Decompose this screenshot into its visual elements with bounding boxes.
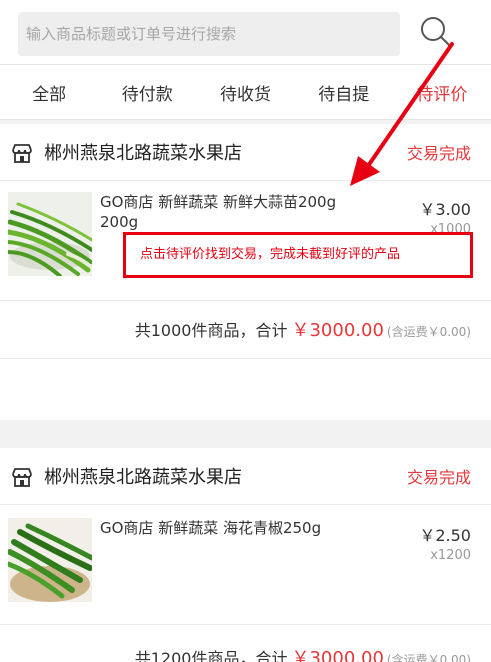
garlic-sprout-image: [8, 192, 92, 276]
green-pepper-image: [8, 518, 92, 602]
divider: [0, 624, 491, 625]
shop-header[interactable]: 郴州燕泉北路蔬菜水果店 交易完成: [0, 448, 491, 504]
order-status-tabs: 全部 待付款 待收货 待自提 待评价: [0, 64, 491, 120]
order-card[interactable]: 郴州燕泉北路蔬菜水果店 交易完成 GO商店 新鲜蔬菜 海花青椒250g ￥2.5…: [0, 448, 491, 662]
search-button[interactable]: [416, 12, 456, 52]
product-quantity: x1200: [430, 548, 471, 563]
annotation-text: 点击待评价找到交易，完成未截到好评的产品: [140, 247, 401, 262]
order-status: 交易完成: [406, 468, 471, 487]
tab-pending-pickup[interactable]: 待自提: [295, 65, 393, 119]
product-title[interactable]: GO商店 新鲜蔬菜 海花青椒250g: [100, 518, 340, 538]
product-price: ￥2.50: [419, 526, 471, 545]
divider: [0, 504, 491, 505]
shop-name: 郴州燕泉北路蔬菜水果店: [44, 467, 242, 488]
tab-all[interactable]: 全部: [0, 65, 98, 119]
order-status: 交易完成: [406, 144, 471, 163]
shop-header[interactable]: 郴州燕泉北路蔬菜水果店 交易完成: [0, 124, 491, 180]
search-bar: [0, 0, 491, 64]
order-summary: 共1000件商品，合计 ￥3000.00 (含运费￥0.00): [135, 316, 471, 342]
order-summary: 共1200件商品，合计 ￥3000.00 (含运费￥0.00): [135, 644, 471, 662]
item-count-text: 共1000件商品，合计: [134, 321, 288, 340]
divider: [0, 358, 491, 359]
shop-name: 郴州燕泉北路蔬菜水果店: [44, 143, 242, 164]
annotation-box: 点击待评价找到交易，完成未截到好评的产品: [123, 232, 473, 278]
product-title[interactable]: GO商店 新鲜蔬菜 新鲜大蒜苗200g 200g: [100, 192, 340, 232]
shipping-fee: (含运费￥0.00): [386, 325, 471, 339]
product-thumbnail[interactable]: [8, 518, 92, 602]
search-icon: [421, 17, 450, 46]
shop-icon: [12, 468, 32, 487]
order-total: ￥3000.00: [291, 320, 384, 341]
tab-pending-payment[interactable]: 待付款: [98, 65, 196, 119]
item-count-text: 共1200件商品，合计: [134, 649, 288, 662]
product-thumbnail[interactable]: [8, 192, 92, 276]
divider: [0, 180, 491, 181]
product-price: ￥3.00: [419, 200, 471, 219]
tab-pending-receipt[interactable]: 待收货: [196, 65, 294, 119]
shipping-fee: (含运费￥0.00): [386, 653, 471, 662]
tab-pending-review[interactable]: 待评价: [393, 65, 491, 119]
search-input[interactable]: [18, 12, 400, 56]
shop-icon: [12, 144, 32, 163]
order-total: ￥3000.00: [291, 648, 384, 662]
order-list-screen: 全部 待付款 待收货 待自提 待评价 郴州燕泉北路蔬菜水果店 交易完成: [0, 0, 491, 662]
divider: [0, 300, 491, 301]
